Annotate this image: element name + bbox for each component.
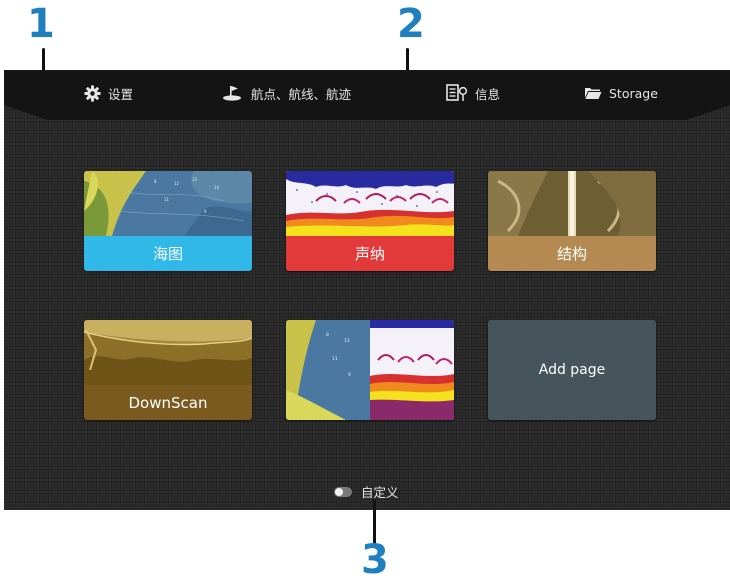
chart-sonar-combo-tile[interactable]: 8 12 11 9	[286, 320, 454, 420]
storage-label: Storage	[609, 85, 658, 101]
add-page-label: Add page	[538, 362, 606, 378]
info-label: 信息	[475, 86, 501, 102]
gear-icon	[84, 84, 101, 102]
downscan-tile-label: DownScan	[84, 385, 252, 420]
svg-text:15: 15	[192, 177, 198, 182]
structure-thumbnail	[488, 171, 656, 236]
svg-text:8: 8	[326, 332, 329, 338]
chart-thumbnail: 8 1215 14119	[84, 171, 252, 236]
downscan-thumbnail	[84, 320, 252, 385]
settings-button[interactable]: 设置	[84, 82, 133, 104]
callout-number-2: 2	[397, 1, 425, 47]
svg-text:11: 11	[164, 197, 170, 202]
home-page-screen: 设置 航点、航线、航迹 信息 Storage 8 12 15 14 11 9 海…	[4, 70, 730, 510]
waypoints-routes-trails-label: 航点、航线、航迹	[251, 86, 352, 102]
waypoints-routes-trails-button[interactable]: 航点、航线、航迹	[222, 82, 351, 104]
svg-text:11: 11	[332, 356, 338, 362]
downscan-page-tile[interactable]: DownScan	[84, 320, 252, 420]
svg-text:14: 14	[214, 185, 220, 190]
storage-button[interactable]: Storage	[584, 82, 658, 104]
sonar-page-tile[interactable]: 声纳	[286, 171, 454, 271]
callout-number-3: 3	[361, 537, 389, 583]
toggle-switch-icon	[334, 486, 352, 497]
chart-sonar-combo-thumbnail: 8 12 11 9	[286, 320, 454, 420]
chart-page-tile[interactable]: 8 12 15 14 11 9 海图	[84, 171, 252, 271]
structure-tile-label: 结构	[488, 236, 656, 271]
settings-label: 设置	[108, 86, 134, 102]
waypoint-icon	[223, 86, 241, 101]
info-panel-icon	[446, 84, 468, 101]
svg-text:12: 12	[344, 338, 350, 344]
callout-number-1: 1	[27, 1, 55, 47]
chart-tile-label: 海图	[84, 236, 252, 271]
svg-text:9: 9	[348, 372, 351, 378]
sonar-thumbnail	[286, 171, 454, 236]
folder-icon	[585, 88, 602, 99]
info-button[interactable]: 信息	[446, 82, 500, 104]
svg-text:12: 12	[174, 181, 180, 186]
sonar-tile-label: 声纳	[286, 236, 454, 271]
structure-page-tile[interactable]: 结构	[488, 171, 656, 271]
add-page-tile[interactable]: Add page	[488, 320, 656, 420]
customize-label: 自定义	[361, 485, 399, 500]
customize-toggle[interactable]: 自定义	[334, 482, 399, 501]
